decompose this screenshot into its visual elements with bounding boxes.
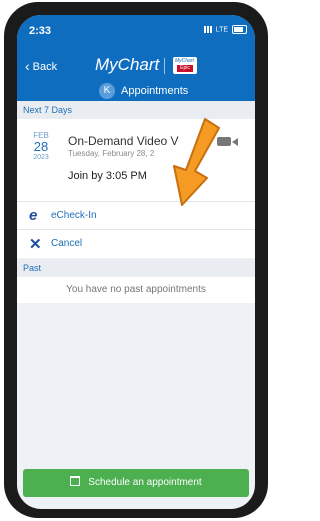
top-nav: ‹ Back MyChart MyChart Epic: [17, 51, 255, 81]
signal-icon: [203, 26, 214, 33]
mychart-epic-logo: MyChart Epic: [173, 57, 197, 74]
network-label: LTE: [215, 26, 229, 34]
brand-divider: [164, 58, 165, 74]
calendar-icon: [70, 476, 81, 486]
cancel-label: Cancel: [51, 238, 83, 249]
appointment-day: 28: [33, 139, 49, 154]
appointment-date: FEB 28 2023: [25, 131, 57, 161]
back-label: Back: [32, 61, 58, 73]
battery-icon: [232, 25, 247, 34]
status-time: 2:33: [29, 25, 52, 37]
epic-logo-mini-text: MyChart: [175, 58, 194, 64]
avatar[interactable]: K: [99, 83, 115, 99]
chevron-left-icon: ‹: [25, 58, 30, 74]
section-title: Next 7 Days: [23, 105, 73, 115]
schedule-appointment-button[interactable]: Schedule an appointment: [23, 469, 249, 497]
join-time: Join by 3:05 PM: [68, 170, 147, 182]
section-header-past: Past: [17, 259, 255, 277]
schedule-label: Schedule an appointment: [88, 477, 202, 488]
phone-frame: 2:33 LTE ‹ Back MyChart MyChart Epic K Ap…: [4, 2, 268, 518]
app-title: MyChart: [95, 55, 160, 74]
back-button[interactable]: ‹ Back: [25, 58, 57, 74]
echeckin-icon: e: [29, 207, 38, 224]
status-bar: 2:33 LTE: [17, 15, 255, 51]
status-right: LTE: [203, 25, 247, 34]
page-title: Appointments: [121, 85, 189, 97]
epic-logo-name: Epic: [177, 65, 193, 72]
cancel-button[interactable]: ✕ Cancel: [17, 229, 255, 258]
past-empty-message: You have no past appointments: [17, 277, 255, 303]
close-icon: ✕: [29, 236, 42, 253]
appointment-subtitle: Tuesday, February 28, 2: [68, 149, 155, 158]
page-header: K Appointments: [17, 81, 255, 101]
appointment-year: 2023: [33, 154, 49, 161]
echeckin-label: eCheck-In: [51, 210, 97, 221]
annotation-arrow-icon: [173, 118, 220, 206]
section-title-past: Past: [23, 263, 42, 273]
app-screen: 2:33 LTE ‹ Back MyChart MyChart Epic K Ap…: [17, 15, 255, 509]
